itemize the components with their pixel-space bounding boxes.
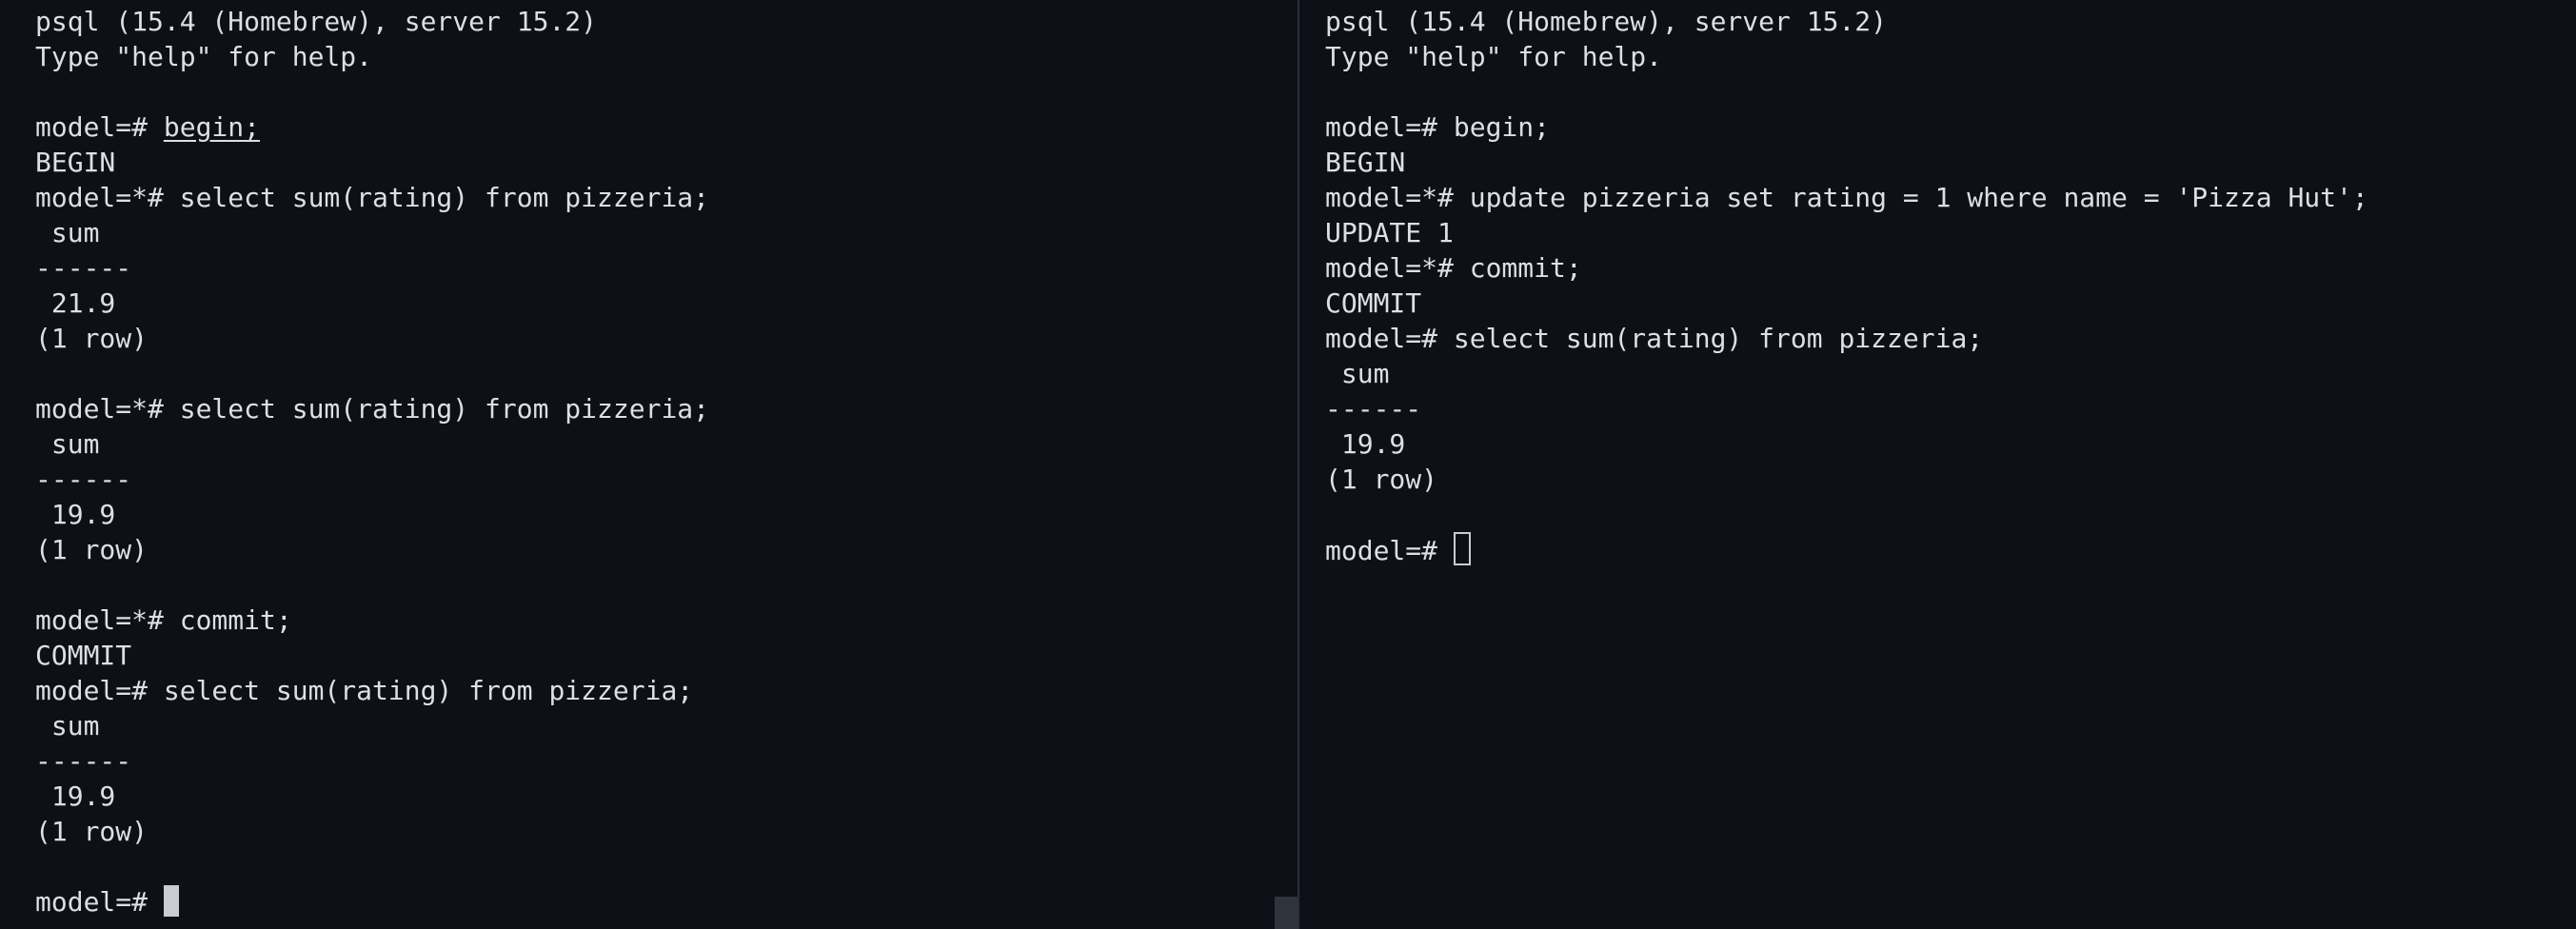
terminal-line: sum xyxy=(1325,358,1390,389)
terminal-line: model=*# commit; xyxy=(1325,252,1582,284)
terminal-prompt-line[interactable]: model=# xyxy=(1325,532,2576,567)
terminal-line: Type "help" for help. xyxy=(35,41,373,72)
underlined-command: begin; xyxy=(163,111,261,143)
terminal-line: Type "help" for help. xyxy=(1325,41,1663,72)
terminal-line: 19.9 xyxy=(1325,428,1406,460)
terminal-line: sum xyxy=(35,428,100,460)
prompt-text: model=# xyxy=(1325,535,1454,566)
terminal-line: 19.9 xyxy=(35,781,116,812)
terminal-line: (1 row) xyxy=(35,534,149,565)
terminal-line: model=*# select sum(rating) from pizzeri… xyxy=(35,393,710,425)
terminal-line: model=*# select sum(rating) from pizzeri… xyxy=(35,182,710,213)
prompt-text: model=# xyxy=(35,886,164,918)
terminal-line: (1 row) xyxy=(1325,464,1438,495)
terminal-line: UPDATE 1 xyxy=(1325,217,1454,248)
terminal-line: model=# select sum(rating) from pizzeria… xyxy=(35,675,694,706)
terminal-line: ------ xyxy=(1325,393,1422,425)
terminal-line: ------ xyxy=(35,745,132,777)
terminal-pane-left[interactable]: psql (15.4 (Homebrew), server 15.2) Type… xyxy=(0,0,1298,929)
terminal-line: COMMIT xyxy=(35,640,132,671)
terminal-line: model=*# update pizzeria set rating = 1 … xyxy=(1325,182,2368,213)
terminal-pane-right[interactable]: psql (15.4 (Homebrew), server 15.2) Type… xyxy=(1299,0,2576,929)
terminal-line: model=*# commit; xyxy=(35,604,292,636)
hollow-block-cursor-icon xyxy=(1453,532,1471,565)
terminal-line-begin: model=# begin; xyxy=(35,109,1298,145)
terminal-line: BEGIN xyxy=(35,147,116,178)
terminal-line: (1 row) xyxy=(35,323,149,354)
terminal-line: sum xyxy=(35,217,100,248)
terminal-line: 19.9 xyxy=(35,499,116,530)
terminal-line: model=# begin; xyxy=(1325,111,1551,143)
terminal-window: psql (15.4 (Homebrew), server 15.2) Type… xyxy=(0,0,2576,929)
terminal-line: psql (15.4 (Homebrew), server 15.2) xyxy=(35,6,598,37)
terminal-line: ------ xyxy=(35,464,132,495)
terminal-line: model=# select sum(rating) from pizzeria… xyxy=(1325,323,1984,354)
scrollbar-thumb[interactable] xyxy=(1275,897,1298,929)
terminal-line: (1 row) xyxy=(35,816,149,847)
terminal-line: ------ xyxy=(35,252,132,284)
terminal-line: COMMIT xyxy=(1325,287,1422,319)
prompt-text: model=# xyxy=(35,111,164,143)
terminal-line: BEGIN xyxy=(1325,147,1406,178)
block-cursor-icon xyxy=(163,885,179,917)
terminal-line: psql (15.4 (Homebrew), server 15.2) xyxy=(1325,6,1888,37)
terminal-line: 21.9 xyxy=(35,287,116,319)
terminal-prompt-line[interactable]: model=# xyxy=(35,884,1298,919)
terminal-line: sum xyxy=(35,710,100,741)
